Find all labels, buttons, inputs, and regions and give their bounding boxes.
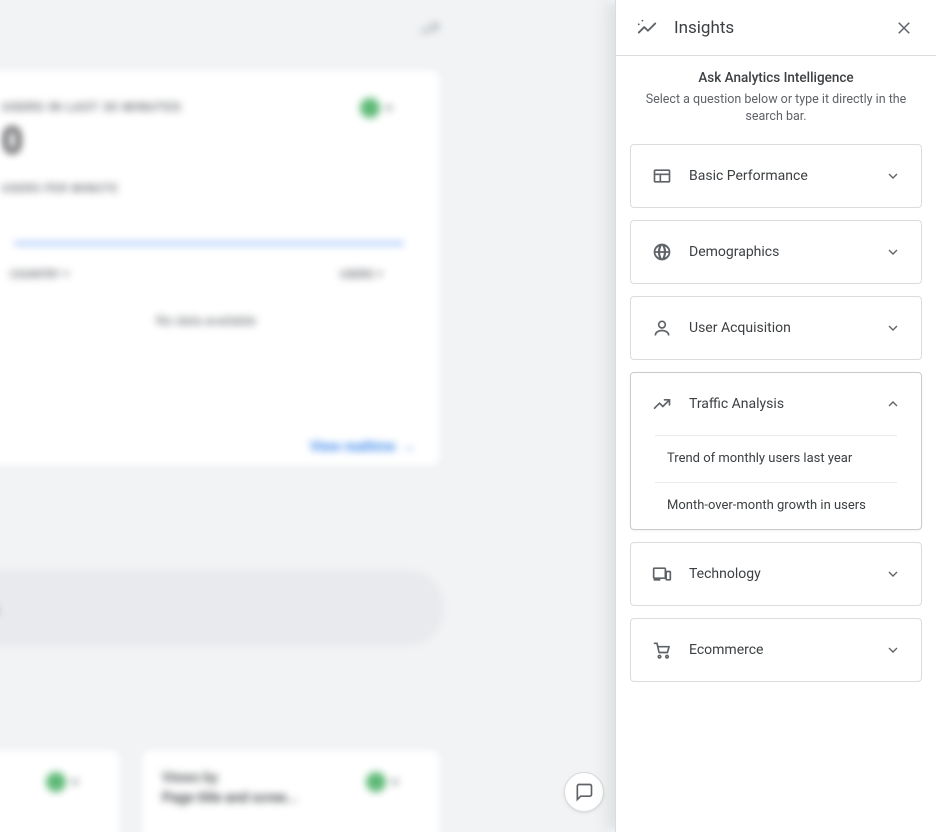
devices-icon — [651, 563, 673, 585]
category-demographics-header[interactable]: Demographics — [631, 221, 921, 283]
category-label: User Acquisition — [689, 320, 869, 336]
category-label: Demographics — [689, 244, 869, 260]
ask-ai-title: Ask Analytics Intelligence — [638, 70, 914, 86]
trend-icon — [651, 393, 673, 415]
col-users[interactable]: USERS ▾ — [340, 268, 383, 281]
info-banner — [0, 570, 444, 646]
close-button[interactable] — [890, 14, 918, 42]
status-pill[interactable]: ▾ — [360, 98, 392, 118]
chevron-down-icon — [885, 320, 901, 336]
category-ecommerce-header[interactable]: Ecommerce — [631, 619, 921, 681]
insights-panel-title: Insights — [674, 18, 874, 38]
status-dot-icon — [366, 772, 386, 792]
category-label: Basic Performance — [689, 168, 869, 184]
col-country-label: COUNTRY — [10, 268, 60, 281]
banner-text: here. — [0, 602, 1, 618]
view-realtime-label: View realtime — [310, 439, 395, 455]
no-data-text: No data available — [0, 314, 442, 329]
category-label: Ecommerce — [689, 642, 869, 658]
category-technology-header[interactable]: Technology — [631, 543, 921, 605]
category-user-acquisition-header[interactable]: User Acquisition — [631, 297, 921, 359]
globe-icon — [651, 241, 673, 263]
chevron-down-icon: ▾ — [392, 775, 398, 789]
dashboard-icon — [651, 165, 673, 187]
category-traffic-analysis: Traffic Analysis Trend of monthly users … — [630, 372, 922, 530]
chevron-down-icon: ▾ — [378, 269, 383, 280]
chevron-down-icon — [885, 642, 901, 658]
arrow-right-icon: → — [401, 438, 415, 455]
category-traffic-analysis-body: Trend of monthly users last year Month-o… — [655, 435, 897, 529]
chevron-down-icon — [885, 244, 901, 260]
category-label: Traffic Analysis — [689, 396, 869, 412]
category-label: Technology — [689, 566, 869, 582]
views-by-label: Views by — [162, 770, 218, 786]
close-icon — [893, 17, 915, 39]
chevron-up-icon — [885, 396, 901, 412]
category-user-acquisition: User Acquisition — [630, 296, 922, 360]
share-trend-icon — [418, 18, 440, 40]
category-list: Basic Performance Demographics — [616, 134, 936, 832]
chevron-down-icon — [885, 168, 901, 184]
category-traffic-analysis-header[interactable]: Traffic Analysis — [631, 373, 921, 435]
feedback-fab[interactable] — [564, 772, 604, 812]
category-ecommerce: Ecommerce — [630, 618, 922, 682]
ask-ai-text: Select a question below or type it direc… — [638, 92, 914, 126]
chevron-down-icon — [885, 566, 901, 582]
col-country[interactable]: COUNTRY ▾ — [10, 268, 69, 281]
cart-icon — [651, 639, 673, 661]
person-icon — [651, 317, 673, 339]
users-per-min-label: USERS PER MINUTE — [2, 182, 118, 195]
chevron-down-icon: ▾ — [72, 775, 78, 789]
page-title-label: Page title and scree... — [162, 790, 298, 806]
col-users-label: USERS — [340, 268, 374, 281]
status-dot-icon — [360, 98, 380, 118]
view-realtime-link[interactable]: View realtime → — [310, 438, 415, 455]
users-30-label: USERS IN LAST 30 MINUTES — [2, 100, 181, 114]
insights-icon — [636, 17, 658, 39]
question-trend-monthly-users[interactable]: Trend of monthly users last year — [655, 436, 897, 483]
status-pill[interactable]: ▾ — [366, 772, 398, 792]
spark-bar — [14, 242, 404, 245]
insights-subheader: Ask Analytics Intelligence Select a ques… — [616, 56, 936, 134]
category-demographics: Demographics — [630, 220, 922, 284]
insights-panel: Insights Ask Analytics Intelligence Sele… — [615, 0, 936, 832]
status-pill[interactable]: ▾ — [46, 772, 78, 792]
status-dot-icon — [46, 772, 66, 792]
chevron-down-icon: ▾ — [64, 269, 69, 280]
users-30-value: 0 — [2, 120, 22, 162]
insights-panel-header: Insights — [616, 0, 936, 56]
chevron-down-icon: ▾ — [386, 101, 392, 115]
category-basic-performance: Basic Performance — [630, 144, 922, 208]
category-basic-performance-header[interactable]: Basic Performance — [631, 145, 921, 207]
category-technology: Technology — [630, 542, 922, 606]
question-mom-growth-users[interactable]: Month-over-month growth in users — [655, 483, 897, 529]
